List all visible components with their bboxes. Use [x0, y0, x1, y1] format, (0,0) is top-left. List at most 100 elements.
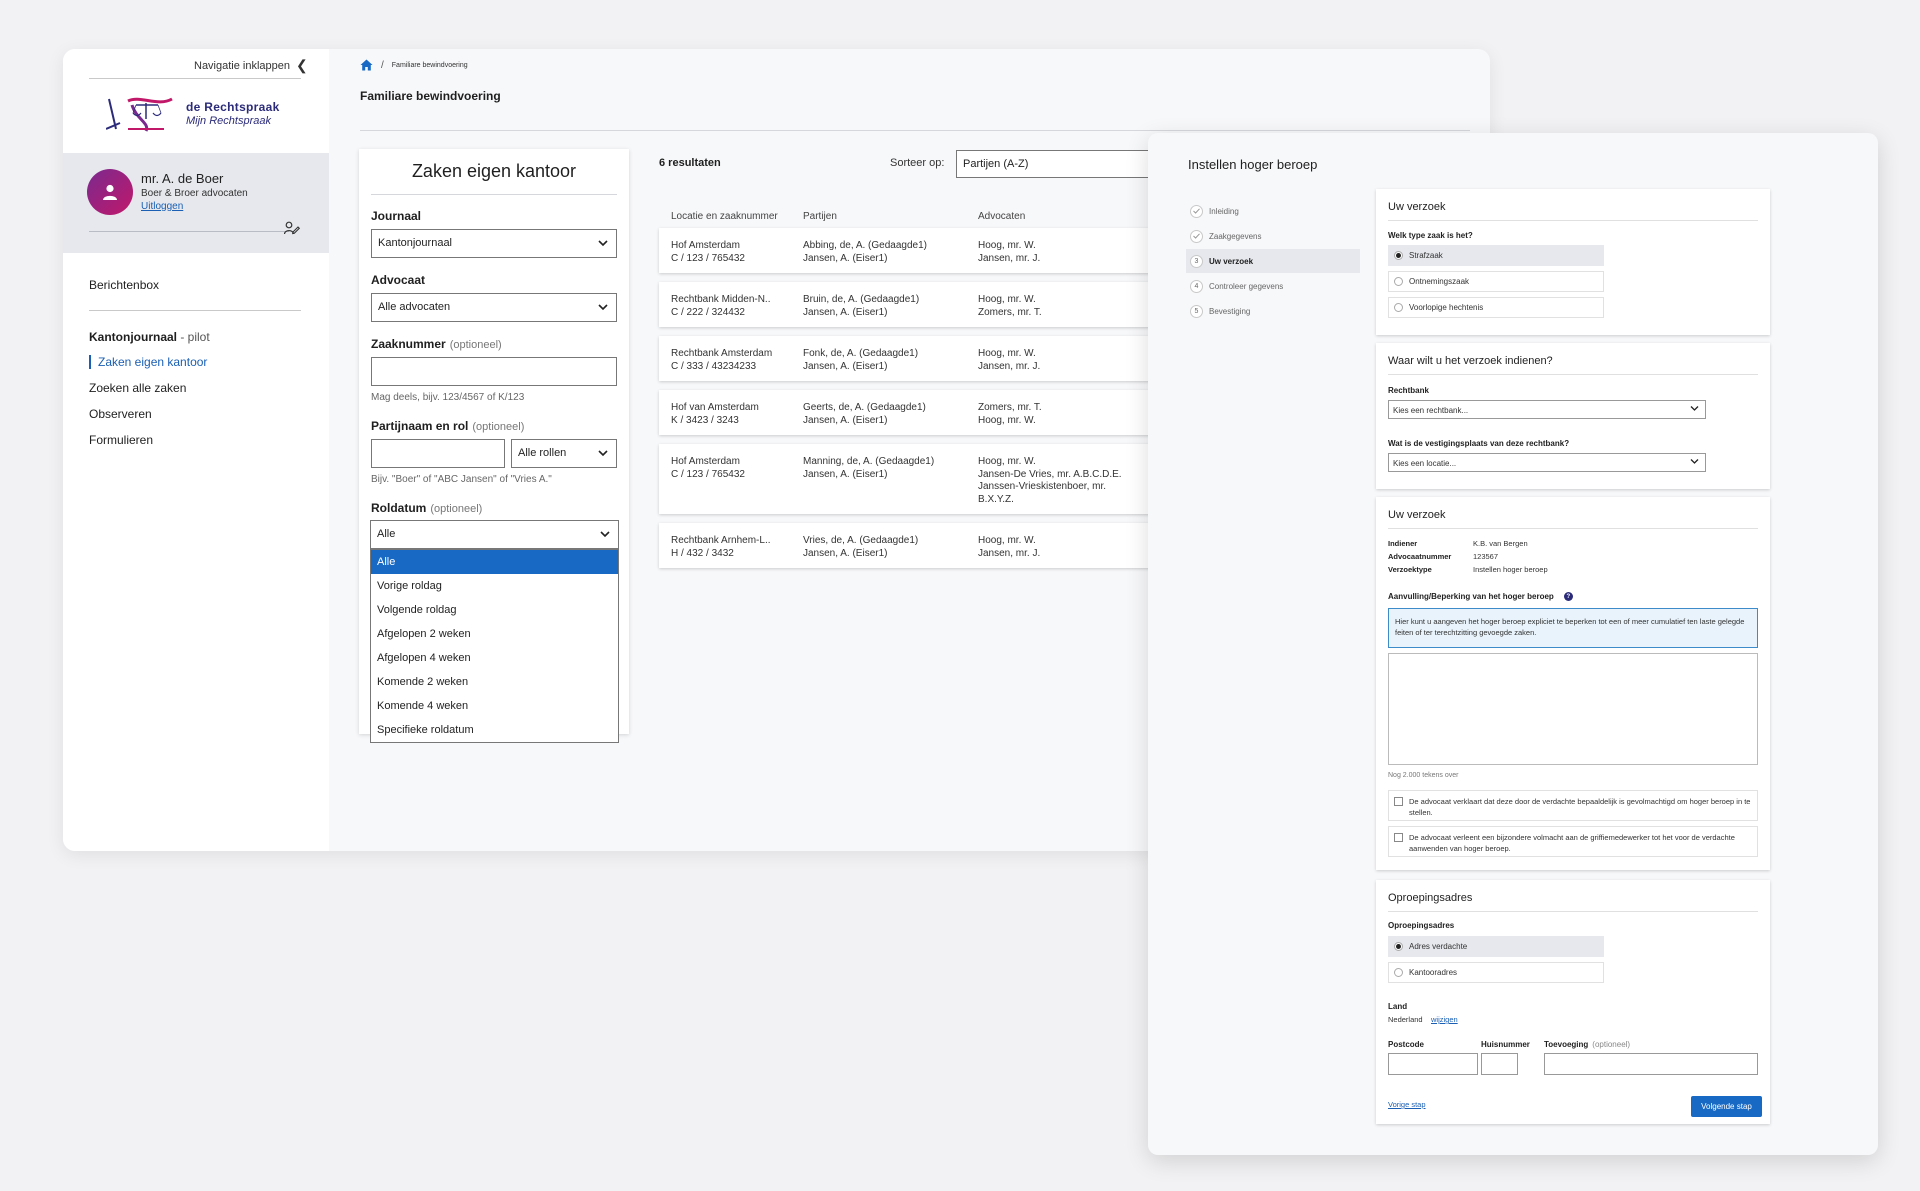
roldatum-option[interactable]: Komende 4 weken: [371, 694, 618, 718]
rol-select[interactable]: Alle rollen: [511, 439, 617, 468]
row-case-number: H / 432 / 3432: [671, 547, 734, 559]
aanvulling-label: Aanvulling/Beperking van het hoger beroe…: [1388, 592, 1573, 601]
chevron-down-icon: [1690, 406, 1699, 411]
step-label: Uw verzoek: [1209, 256, 1254, 266]
home-icon[interactable]: [360, 59, 373, 71]
row-lawyer: Hoog, mr. W.: [978, 535, 1036, 546]
rechtbank-select[interactable]: Kies een rechtbank...: [1388, 400, 1706, 419]
roldatum-option[interactable]: Alle: [371, 550, 618, 574]
help-icon[interactable]: ?: [1563, 592, 1573, 601]
roldatum-select[interactable]: Alle: [370, 520, 619, 549]
checkbox-icon[interactable]: [1394, 797, 1403, 806]
sidebar-item-formulieren[interactable]: Formulieren: [89, 433, 153, 447]
checkbox-icon[interactable]: [1394, 833, 1403, 842]
checkbox-label: De advocaat verleent een bijzondere volm…: [1409, 833, 1735, 853]
postcode-input[interactable]: [1388, 1053, 1478, 1075]
sidebar-item-zaken-eigen-kantoor[interactable]: Zaken eigen kantoor: [89, 355, 207, 369]
radio-dot: [1394, 303, 1403, 312]
radio-strafzaak[interactable]: Strafzaak: [1388, 245, 1604, 266]
zaaknummer-hint: Mag deels, bijv. 123/4567 of K/123: [371, 392, 525, 403]
toevoeging-label-text: Toevoeging: [1544, 1040, 1589, 1049]
sidebar-item-berichtenbox[interactable]: Berichtenbox: [89, 278, 159, 292]
nav-collapse-button[interactable]: Navigatie inklappen ❮: [194, 57, 308, 74]
roldatum-option[interactable]: Afgelopen 2 weken: [371, 622, 618, 646]
card-title: Waar wilt u het verzoek indienen?: [1388, 355, 1553, 367]
radio-label: Adres verdachte: [1409, 942, 1468, 951]
row-lawyer: Jansen, mr. J.: [978, 547, 1041, 559]
row-case-number: C / 123 / 765432: [671, 252, 745, 264]
step-zaakgegevens[interactable]: Zaakgegevens: [1186, 224, 1360, 248]
zaaknummer-label: Zaaknummer (optioneel): [371, 337, 502, 351]
sidebar-item-observeren[interactable]: Observeren: [89, 407, 152, 421]
radio-label: Strafzaak: [1409, 251, 1443, 260]
user-panel: mr. A. de Boer Boer & Broer advocaten Ui…: [63, 153, 329, 253]
divider: [360, 130, 1470, 131]
step-number: 5: [1190, 304, 1203, 318]
radio-label: Voorlopige hechtenis: [1409, 303, 1484, 312]
avatar: [87, 169, 133, 215]
roldatum-option[interactable]: Komende 2 weken: [371, 670, 618, 694]
divider: [371, 194, 617, 195]
row-location: Rechtbank Amsterdam: [671, 348, 773, 359]
section-suffix: - pilot: [177, 330, 210, 344]
roldatum-option[interactable]: Specifieke roldatum: [371, 718, 618, 742]
radio-voorlopige-hechtenis[interactable]: Voorlopige hechtenis: [1388, 297, 1604, 318]
advocaat-label: Advocaat: [371, 273, 426, 287]
radio-dot: [1394, 251, 1403, 260]
zaaktype-card: Uw verzoek Welk type zaak is het? Strafz…: [1376, 189, 1770, 335]
postcode-label: Postcode: [1388, 1040, 1425, 1049]
filter-title: Zaken eigen kantoor: [411, 161, 577, 181]
previous-step-link[interactable]: Vorige stap: [1388, 1100, 1426, 1109]
sidebar-item-zoeken-alle-zaken[interactable]: Zoeken alle zaken: [89, 381, 186, 395]
advocaat-select[interactable]: Alle advocaten: [371, 293, 617, 322]
row-case-number: C / 333 / 43234233: [671, 360, 757, 372]
roldatum-option[interactable]: Volgende roldag: [371, 598, 618, 622]
vestiging-select[interactable]: Kies een locatie...: [1388, 453, 1706, 472]
checkbox-gevolmachtigd[interactable]: De advocaat verklaart dat deze door de v…: [1388, 790, 1758, 821]
row-party: Jansen, A. (Eiser1): [803, 360, 888, 372]
roldatum-value: Alle: [377, 528, 396, 540]
radio-adres-verdachte[interactable]: Adres verdachte: [1388, 936, 1604, 957]
checkbox-volmacht[interactable]: De advocaat verleent een bijzondere volm…: [1388, 826, 1758, 857]
zaaknummer-label-text: Zaaknummer: [371, 337, 446, 351]
logout-link[interactable]: Uitloggen: [141, 201, 183, 212]
land-change-link[interactable]: wijzigen: [1431, 1015, 1458, 1024]
column-header-locatie: Locatie en zaaknummer: [671, 211, 778, 222]
aanvulling-textarea[interactable]: [1388, 653, 1758, 765]
check-icon: [1190, 204, 1203, 218]
row-lawyer: B.X.Y.Z.: [978, 493, 1014, 505]
roldatum-option[interactable]: Vorige roldag: [371, 574, 618, 598]
chevron-down-icon: [600, 531, 610, 538]
huisnummer-input[interactable]: [1481, 1053, 1518, 1075]
radio-kantooradres[interactable]: Kantooradres: [1388, 962, 1604, 983]
zaaknummer-input[interactable]: [371, 357, 617, 386]
breadcrumb-separator: /: [381, 59, 384, 71]
step-number: 3: [1190, 254, 1203, 268]
journaal-select[interactable]: Kantonjournaal: [371, 229, 617, 258]
column-header-partijen: Partijen: [803, 211, 837, 222]
row-location: Hof Amsterdam: [671, 456, 740, 467]
zaaktype-question: Welk type zaak is het?: [1388, 231, 1473, 240]
row-lawyer: Hoog, mr. W.: [978, 348, 1036, 359]
card-title: Uw verzoek: [1388, 509, 1446, 521]
step-inleiding[interactable]: Inleiding: [1186, 199, 1360, 223]
radio-ontnemingszaak[interactable]: Ontnemingszaak: [1388, 271, 1604, 292]
edit-profile-icon[interactable]: [283, 221, 301, 240]
row-case-number: C / 222 / 324432: [671, 306, 745, 318]
next-step-button[interactable]: Volgende stap: [1691, 1096, 1762, 1117]
partijnaam-input[interactable]: [371, 439, 505, 468]
step-uw-verzoek[interactable]: 3 Uw verzoek: [1186, 249, 1360, 273]
roldatum-option[interactable]: Afgelopen 4 weken: [371, 646, 618, 670]
row-lawyer: Zomers, mr. T.: [978, 306, 1042, 318]
step-label: Controleer gegevens: [1209, 281, 1284, 291]
journaal-label: Journaal: [371, 209, 422, 223]
toevoeging-input[interactable]: [1544, 1053, 1758, 1075]
step-controleer-gegevens[interactable]: 4 Controleer gegevens: [1186, 274, 1360, 298]
rechtspraak-logo[interactable]: de Rechtspraak Mijn Rechtspraak: [106, 93, 296, 135]
step-bevestiging[interactable]: 5 Bevestiging: [1186, 299, 1360, 323]
card-title: Oproepingsadres: [1388, 892, 1473, 904]
section-title: Kantonjournaal: [89, 330, 178, 344]
results-count: 6 resultaten: [659, 157, 721, 169]
sort-select[interactable]: Partijen (A-Z): [956, 150, 1156, 178]
optional-hint: (optioneel): [430, 503, 483, 515]
